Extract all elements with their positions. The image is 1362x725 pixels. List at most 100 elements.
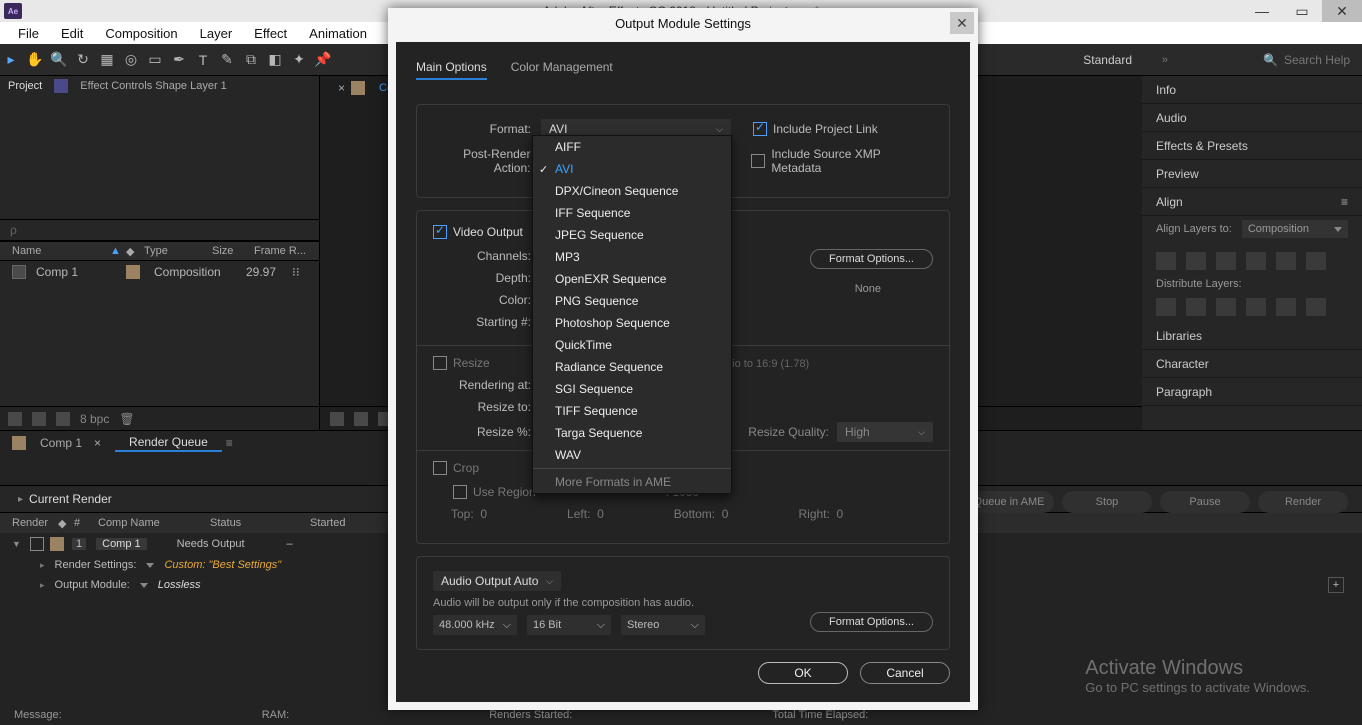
- res-icon[interactable]: [354, 412, 368, 426]
- panel-libraries[interactable]: Libraries: [1156, 329, 1202, 343]
- interp-icon[interactable]: [8, 412, 22, 426]
- selection-tool-icon[interactable]: ▸: [0, 49, 22, 71]
- align-left-icon[interactable]: [1156, 252, 1176, 270]
- format-option-png[interactable]: PNG Sequence: [533, 290, 731, 312]
- crop-checkbox[interactable]: [433, 461, 447, 475]
- tab-render-queue[interactable]: Render Queue: [115, 434, 222, 452]
- format-option-jpeg[interactable]: JPEG Sequence: [533, 224, 731, 246]
- panel-effects-presets[interactable]: Effects & Presets: [1156, 139, 1248, 153]
- align-right-icon[interactable]: [1216, 252, 1236, 270]
- use-region-checkbox[interactable]: [453, 485, 467, 499]
- project-tab[interactable]: Project: [8, 80, 42, 92]
- stop-button[interactable]: Stop: [1062, 491, 1152, 513]
- eraser-tool-icon[interactable]: ◧: [264, 49, 286, 71]
- workspace-chevron-icon[interactable]: »: [1162, 54, 1168, 66]
- crop-bottom-value[interactable]: 0: [722, 507, 729, 521]
- puppet-tool-icon[interactable]: 📌: [312, 49, 334, 71]
- dist-left-icon[interactable]: [1246, 298, 1266, 316]
- project-search[interactable]: ρ: [0, 219, 319, 241]
- format-option-avi[interactable]: AVI: [533, 158, 731, 180]
- format-option-iff[interactable]: IFF Sequence: [533, 202, 731, 224]
- menu-edit[interactable]: Edit: [51, 24, 93, 43]
- folder-icon[interactable]: [32, 412, 46, 426]
- dist-hcenter-icon[interactable]: [1276, 298, 1296, 316]
- format-option-targa[interactable]: Targa Sequence: [533, 422, 731, 444]
- menu-layer[interactable]: Layer: [190, 24, 243, 43]
- chevron-down-icon[interactable]: [146, 563, 154, 568]
- resize-quality-dropdown[interactable]: High⌵: [837, 422, 933, 442]
- camera-tool-icon[interactable]: ▦: [96, 49, 118, 71]
- format-option-openexr[interactable]: OpenEXR Sequence: [533, 268, 731, 290]
- new-comp-icon[interactable]: [56, 412, 70, 426]
- format-dropdown-list[interactable]: AIFF AVI DPX/Cineon Sequence IFF Sequenc…: [532, 135, 732, 494]
- rotate-tool-icon[interactable]: ↻: [72, 49, 94, 71]
- chevron-down-icon[interactable]: [140, 583, 148, 588]
- panel-character[interactable]: Character: [1156, 357, 1209, 371]
- output-module-value[interactable]: Lossless: [158, 579, 201, 591]
- ok-button[interactable]: OK: [758, 662, 848, 684]
- flowchart-icon[interactable]: ⁝⁝: [292, 265, 300, 279]
- panel-menu-icon[interactable]: ≡: [1341, 195, 1348, 209]
- col-size[interactable]: Size: [212, 245, 252, 257]
- zoom-tool-icon[interactable]: 🔍: [48, 49, 70, 71]
- trash-icon[interactable]: 🗑: [119, 412, 134, 426]
- crop-right-value[interactable]: 0: [837, 507, 844, 521]
- resize-checkbox[interactable]: [433, 356, 447, 370]
- col-type[interactable]: Type: [144, 245, 210, 257]
- dialog-close-button[interactable]: ✕: [950, 12, 974, 34]
- audio-channels-dropdown[interactable]: Stereo⌵: [621, 615, 705, 635]
- menu-animation[interactable]: Animation: [299, 24, 377, 43]
- render-checkbox[interactable]: [30, 537, 44, 551]
- minimize-button[interactable]: —: [1242, 0, 1282, 22]
- audio-rate-dropdown[interactable]: 48.000 kHz⌵: [433, 615, 517, 635]
- include-xmp-checkbox[interactable]: [751, 154, 765, 168]
- col-name[interactable]: Name: [12, 245, 108, 257]
- menu-composition[interactable]: Composition: [95, 24, 187, 43]
- add-output-button[interactable]: +: [1328, 577, 1344, 593]
- twirl-icon[interactable]: ▼: [12, 539, 24, 549]
- sort-icon[interactable]: ▲: [110, 245, 124, 257]
- brush-tool-icon[interactable]: ✎: [216, 49, 238, 71]
- close-button[interactable]: ✕: [1322, 0, 1362, 22]
- shape-tool-icon[interactable]: ▭: [144, 49, 166, 71]
- tab-color-management[interactable]: Color Management: [511, 60, 613, 80]
- panel-info[interactable]: Info: [1156, 83, 1176, 97]
- video-output-checkbox[interactable]: [433, 225, 447, 239]
- search-help[interactable]: 🔍 Search Help: [1263, 53, 1350, 67]
- menu-effect[interactable]: Effect: [244, 24, 297, 43]
- tab-main-options[interactable]: Main Options: [416, 60, 487, 80]
- col-framerate[interactable]: Frame R...: [254, 245, 306, 257]
- format-option-more-ame[interactable]: More Formats in AME: [533, 471, 731, 493]
- panel-preview[interactable]: Preview: [1156, 167, 1199, 181]
- roto-tool-icon[interactable]: ✦: [288, 49, 310, 71]
- dist-bottom-icon[interactable]: [1216, 298, 1236, 316]
- audio-output-dropdown[interactable]: Audio Output Auto⌵: [433, 571, 561, 591]
- audio-bit-dropdown[interactable]: 16 Bit⌵: [527, 615, 611, 635]
- maximize-button[interactable]: ▭: [1282, 0, 1322, 22]
- cancel-button[interactable]: Cancel: [860, 662, 950, 684]
- mag-icon[interactable]: [330, 412, 344, 426]
- type-tool-icon[interactable]: T: [192, 49, 214, 71]
- format-option-mp3[interactable]: MP3: [533, 246, 731, 268]
- align-top-icon[interactable]: [1246, 252, 1266, 270]
- workspace-name[interactable]: Standard: [1083, 53, 1132, 67]
- tab-close-icon[interactable]: ×: [338, 81, 345, 95]
- menu-file[interactable]: File: [8, 24, 49, 43]
- clone-tool-icon[interactable]: ⧉: [240, 49, 262, 71]
- pen-tool-icon[interactable]: ✒: [168, 49, 190, 71]
- audio-format-options-button[interactable]: Format Options...: [810, 612, 933, 632]
- format-option-sgi[interactable]: SGI Sequence: [533, 378, 731, 400]
- format-option-tiff[interactable]: TIFF Sequence: [533, 400, 731, 422]
- crop-left-value[interactable]: 0: [597, 507, 604, 521]
- dist-top-icon[interactable]: [1156, 298, 1176, 316]
- crop-top-value[interactable]: 0: [480, 507, 487, 521]
- pan-behind-tool-icon[interactable]: ◎: [120, 49, 142, 71]
- align-target-dropdown[interactable]: Composition: [1242, 220, 1348, 238]
- format-options-button[interactable]: Format Options...: [810, 249, 933, 269]
- project-item-row[interactable]: Comp 1 Composition 29.97 ⁝⁝: [0, 261, 319, 283]
- format-option-dpx[interactable]: DPX/Cineon Sequence: [533, 180, 731, 202]
- format-option-wav[interactable]: WAV: [533, 444, 731, 466]
- tab-comp1[interactable]: Comp 1: [26, 435, 115, 451]
- bpc-toggle[interactable]: 8 bpc: [80, 412, 109, 426]
- panel-audio[interactable]: Audio: [1156, 111, 1187, 125]
